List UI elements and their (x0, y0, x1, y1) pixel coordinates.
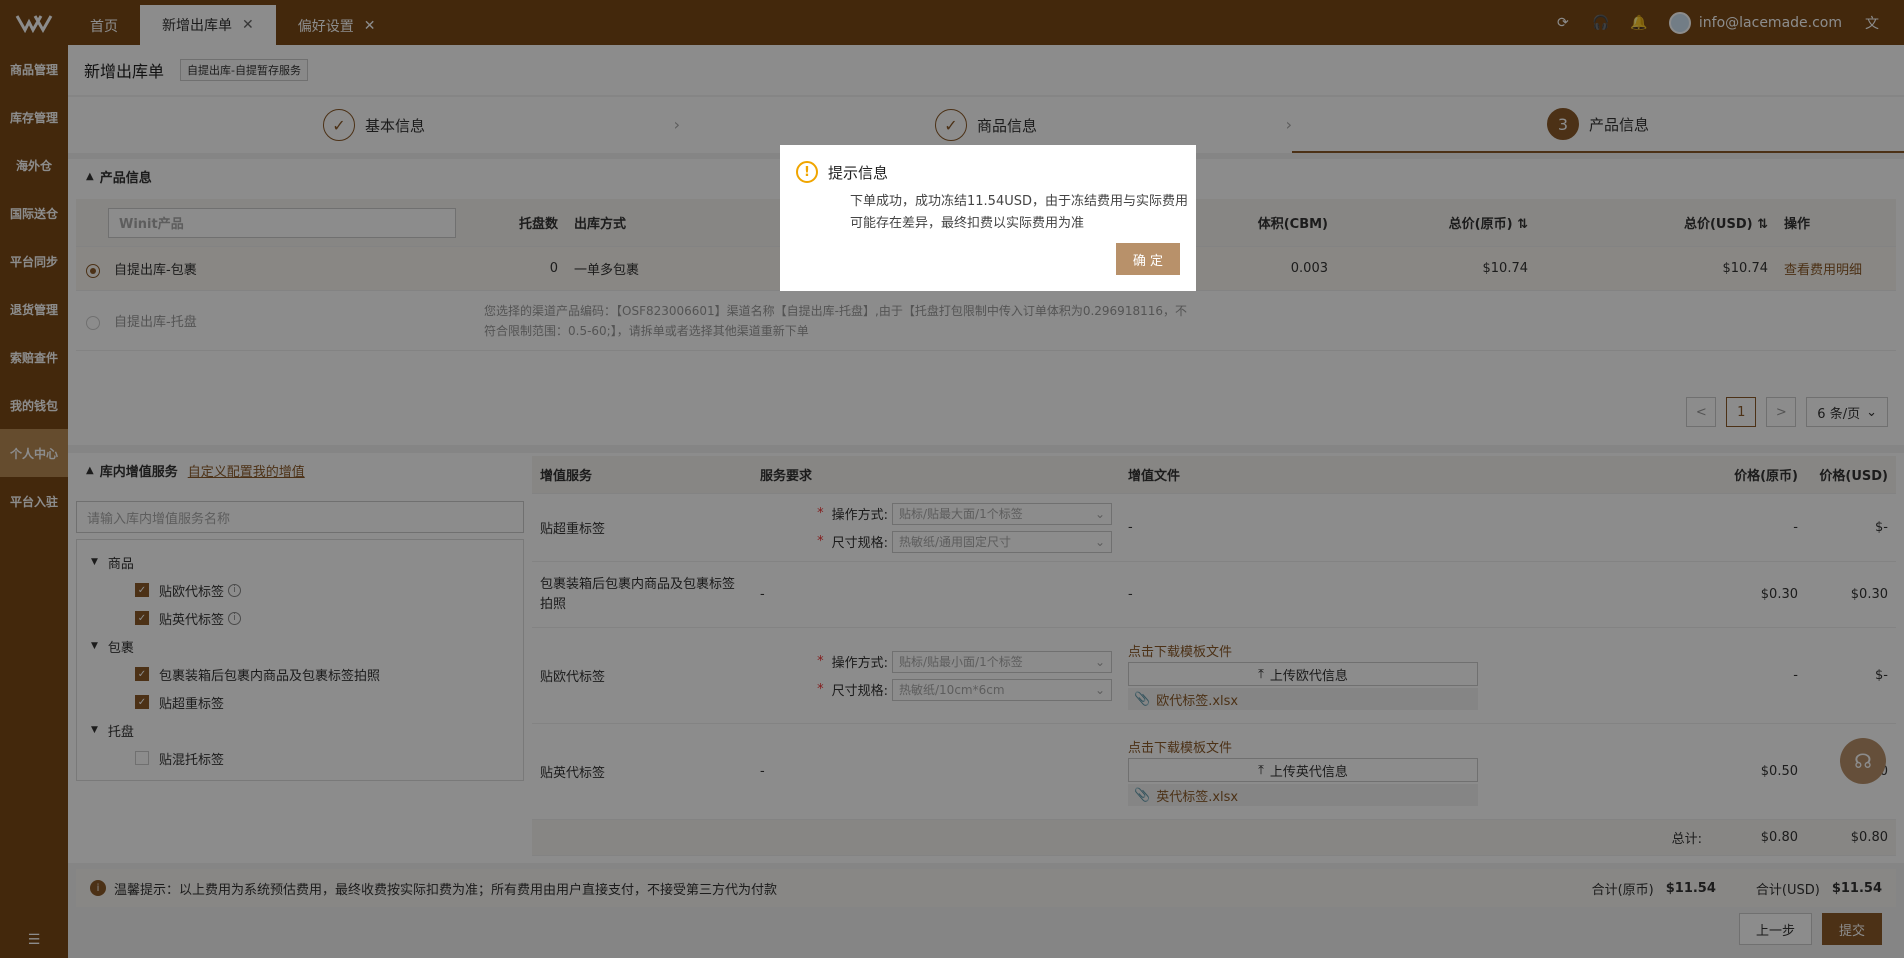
warning-icon: ! (796, 161, 818, 183)
confirm-button[interactable]: 确 定 (1116, 243, 1180, 275)
alert-dialog: ! 提示信息 下单成功，成功冻结11.54USD，由于冻结费用与实际费用可能存在… (780, 145, 1196, 291)
dialog-title: 提示信息 (828, 163, 889, 182)
modal-overlay (0, 0, 1904, 958)
dialog-message: 下单成功，成功冻结11.54USD，由于冻结费用与实际费用可能存在差异，最终扣费… (850, 194, 1188, 231)
